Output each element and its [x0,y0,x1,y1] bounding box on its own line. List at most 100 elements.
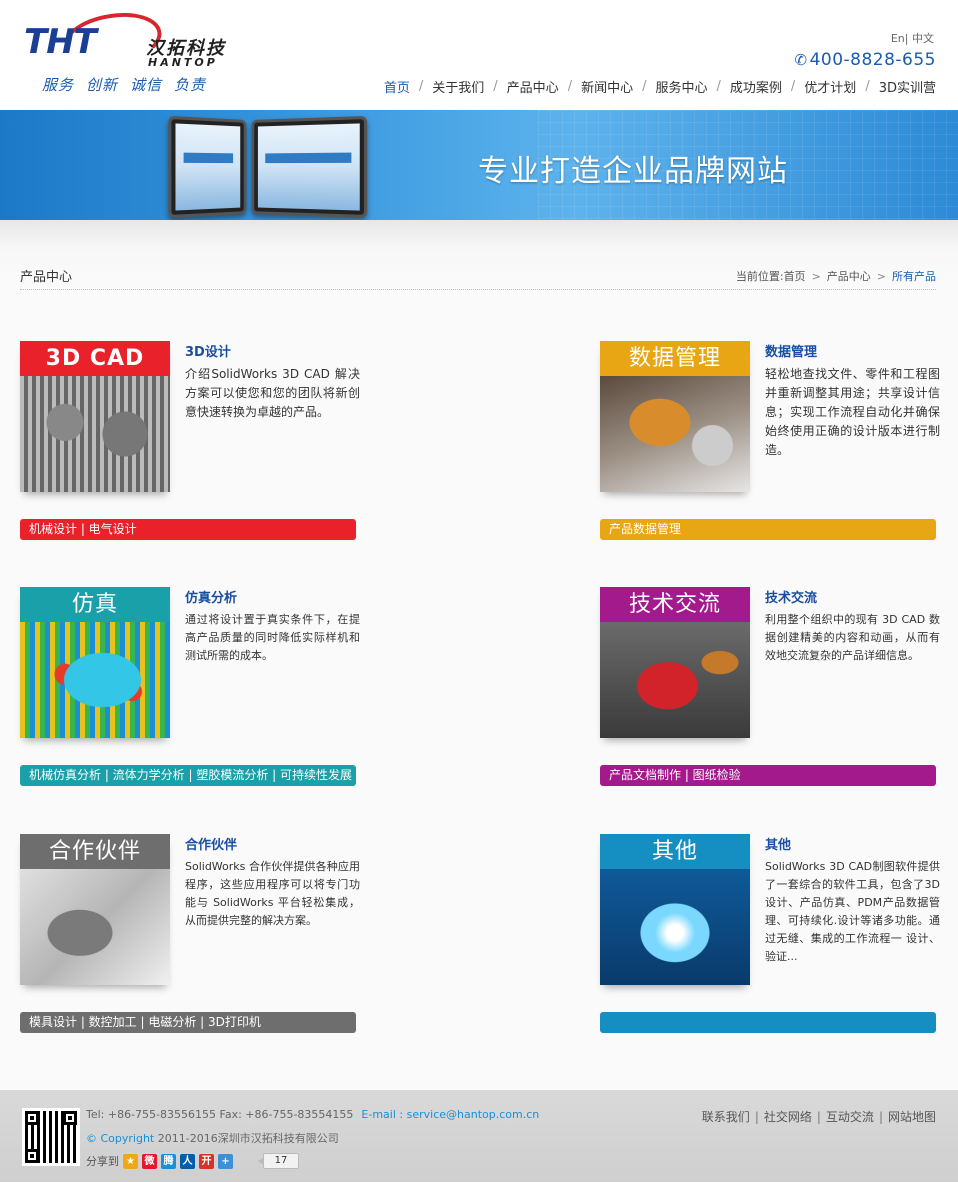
tqq-icon[interactable]: 腾 [161,1153,176,1169]
breadcrumb-products[interactable]: 产品中心 [827,270,871,283]
nav-about[interactable]: 关于我们 [432,77,484,96]
product-title[interactable]: 仿真分析 [185,587,237,606]
product-description: 利用整个组织中的现有 3D CAD 数据创建精美的内容和动画，从而有效地交流复杂… [765,613,940,662]
product-thumbnail[interactable]: 数据管理 [600,341,750,492]
nav-3d-camp[interactable]: 3D实训营 [879,77,936,96]
slogan-word: 创新 [86,76,119,94]
page-header: 产品中心 当前位置:首页 > 产品中心 > 所有产品 [20,264,936,290]
product-thumbnail-label: 其他 [600,834,750,869]
nav-service[interactable]: 服务中心 [655,77,707,96]
nav-separator: / [790,79,796,94]
product-thumbnail[interactable]: 技术交流 [600,587,750,738]
nav-separator: / [642,79,647,94]
product-thumbnail[interactable]: 合作伙伴 [20,834,170,985]
logo[interactable]: THT 汉拓科技 HANTOP [22,5,252,75]
footer-link-contact[interactable]: 联系我们 [702,1110,750,1124]
breadcrumb-home[interactable]: 首页 [784,270,806,283]
product-thumbnail-label: 3D CAD [20,341,170,376]
product-thumbnail[interactable]: 仿真 [20,587,170,738]
footer-link-interaction[interactable]: 互动交流 [826,1110,874,1124]
product-description: 通过将设计置于真实条件下，在提高产品质量的同时降低实际样机和测试所需的成本。 [185,613,360,662]
breadcrumb-prefix: 当前位置: [735,270,784,283]
product-thumbnail-label: 数据管理 [600,341,750,376]
banner-screen-illustration [251,115,368,219]
breadcrumb: 当前位置:首页 > 产品中心 > 所有产品 [736,268,936,284]
banner-headline: 专业打造企业品牌网站 [478,154,788,189]
slogan: 服务 创新 诚信 负责 [42,74,218,95]
footer-links: 联系我们 | 社交网络 | 互动交流 | 网站地图 [702,1108,936,1125]
footer-phone-fax: Tel: +86-755-83556155 Fax: +86-755-83554… [86,1108,354,1121]
share-count: 17 [258,1153,299,1169]
product-title[interactable]: 合作伙伴 [185,834,237,853]
renren-icon[interactable]: 人 [180,1153,195,1169]
weibo-icon[interactable]: 微 [142,1153,157,1169]
nav-products[interactable]: 产品中心 [507,77,559,96]
product-title[interactable]: 技术交流 [765,587,817,606]
nav-separator: / [567,79,573,94]
lang-english-link[interactable]: En [891,32,905,45]
product-tags[interactable] [600,1012,936,1033]
product-tags[interactable]: 机械仿真分析 | 流体力学分析 | 塑胶模流分析 | 可持续性发展 [20,765,356,786]
data-management-image [600,376,750,492]
qzone-icon[interactable]: ★ [123,1153,138,1169]
product-thumbnail-label: 仿真 [20,587,170,622]
product-tags[interactable]: 模具设计 | 数控加工 | 电磁分析 | 3D打印机 [20,1012,356,1033]
main-nav: 首页 / 关于我们 / 产品中心 / 新闻中心 / 服务中心 / 成功案例 / 优才计划 / … [384,77,936,96]
product-description: 轻松地查找文件、零件和工程图并重新调整其用途；共享设计信息；实现工作流程自动化并… [765,367,940,457]
product-description: SolidWorks 3D CAD制图软件提供了一套综合的软件工具，包含了3D设… [765,860,940,963]
footer-email[interactable]: E-mail : service@hantop.com.cn [361,1108,539,1121]
footer-link-sitemap[interactable]: 网站地图 [888,1110,936,1124]
site-header: THT 汉拓科技 HANTOP 服务 创新 诚信 负责 En| 中文 ✆ 400-882… [0,0,958,110]
copyright-text: 2011-2016深圳市汉拓科技有限公司 [157,1132,339,1145]
page-title: 产品中心 [20,270,73,285]
slogan-word: 负责 [174,76,207,94]
footer-link-separator: | [754,1110,759,1124]
phone-icon: ✆ [794,51,808,69]
product-card: 技术交流 技术交流 利用整个组织中的现有 3D CAD 数据创建精美的内容和动画… [600,587,940,787]
main-content: 产品中心 当前位置:首页 > 产品中心 > 所有产品 3D CAD 3D设计 介绍Sol… [0,220,958,1090]
simulation-image [20,622,170,738]
qr-code-icon [22,1108,80,1166]
product-thumbnail-label: 技术交流 [600,587,750,622]
hero-banner: 专业打造企业品牌网站 [0,110,958,220]
nav-separator: / [716,79,721,94]
product-thumbnail[interactable]: 其他 [600,834,750,985]
nav-separator: / [493,79,498,94]
lang-chinese-link[interactable]: 中文 [912,32,934,45]
hotline: ✆ 400-8828-655 [794,50,936,70]
product-tags[interactable]: 产品文档制作 | 图纸检验 [600,765,936,786]
share-label: 分享到 [86,1155,119,1168]
product-thumbnail[interactable]: 3D CAD [20,341,170,492]
nav-news[interactable]: 新闻中心 [581,77,633,96]
product-tags[interactable]: 产品数据管理 [600,519,936,540]
slogan-word: 服务 [42,76,75,94]
footer-link-separator: | [816,1110,821,1124]
product-card: 3D CAD 3D设计 介绍SolidWorks 3D CAD 解决方案可以使您… [20,341,360,541]
hotline-number: 400-8828-655 [809,50,936,70]
copyright-symbol: © Copyright [86,1132,155,1145]
product-title[interactable]: 3D设计 [185,341,231,360]
breadcrumb-current[interactable]: 所有产品 [892,270,936,283]
more-icon[interactable]: + [218,1153,233,1169]
product-title[interactable]: 其他 [765,834,791,853]
gears-image [20,376,170,492]
logo-mark: THT [24,22,97,62]
slogan-word: 诚信 [130,76,163,94]
nav-talent[interactable]: 优才计划 [804,77,856,96]
footer-copyright: © Copyright 2011-2016深圳市汉拓科技有限公司 [86,1130,339,1146]
chevron-right-icon: > [876,270,886,283]
product-card: 合作伙伴 合作伙伴 SolidWorks 合作伙伴提供各种应用程序，这些应用程序… [20,834,360,1034]
footer-link-social[interactable]: 社交网络 [764,1110,812,1124]
share-bar: 分享到 ★ 微 腾 人 开 + 17 [86,1153,299,1169]
product-tags[interactable]: 机械设计 | 电气设计 [20,519,356,540]
nav-home[interactable]: 首页 [384,77,410,96]
language-switch: En| 中文 [891,30,934,46]
logo-english-name: HANTOP [148,56,218,69]
product-card: 仿真 仿真分析 通过将设计置于真实条件下，在提高产品质量的同时降低实际样机和测试… [20,587,360,787]
banner-screen-illustration [168,115,247,219]
nav-cases[interactable]: 成功案例 [730,77,782,96]
product-title[interactable]: 数据管理 [765,341,817,360]
kaixin-icon[interactable]: 开 [199,1153,214,1169]
partner-image [20,869,170,985]
nav-separator: / [418,79,424,94]
